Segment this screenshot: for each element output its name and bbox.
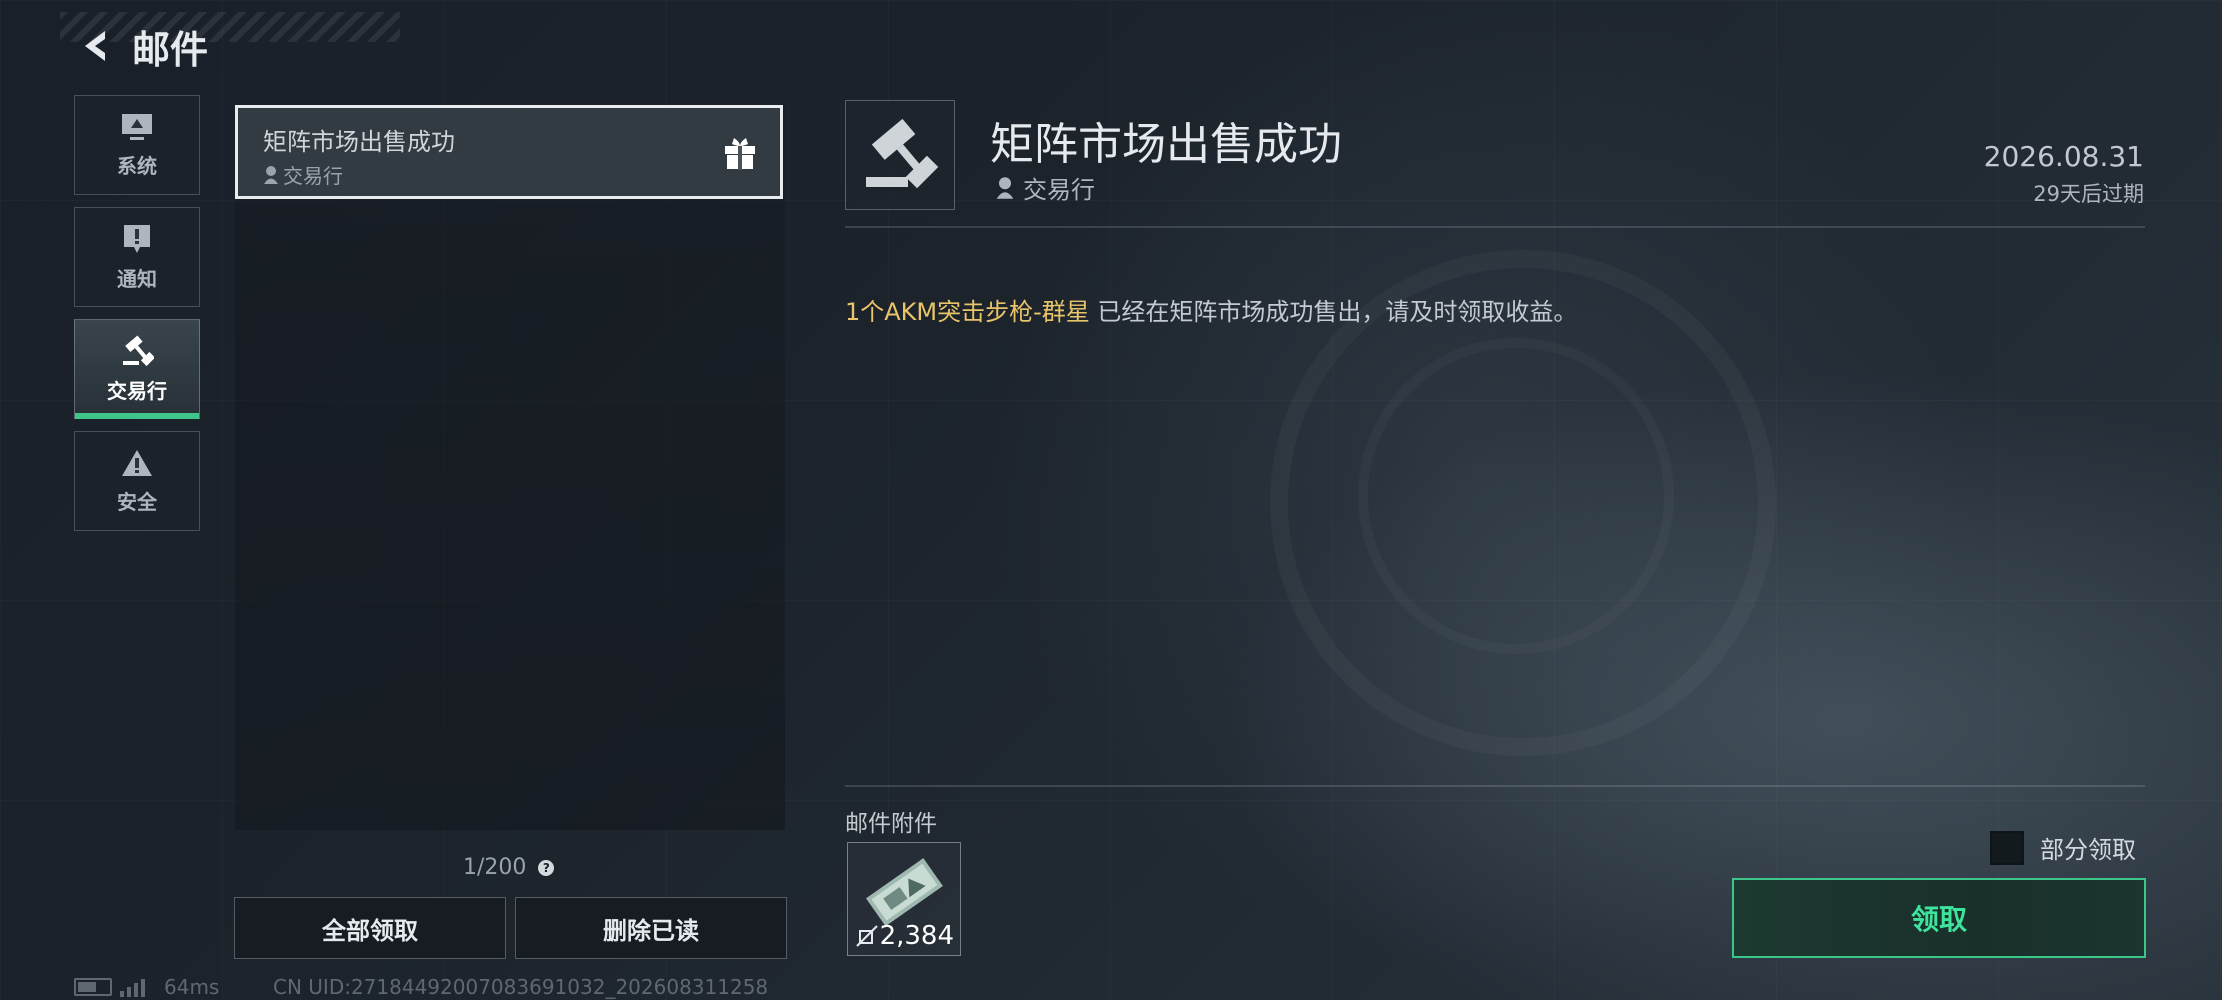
untradeable-tag-icon bbox=[856, 925, 878, 947]
category-nav: 系统 通知 交易行 安全 bbox=[74, 95, 202, 543]
user-uid: CN UID:2718449200708369103​2_20260831125… bbox=[273, 975, 769, 999]
mail-body-text: 已经在矩阵市场成功售出，请及时领取收益。 bbox=[1089, 298, 1578, 326]
signal-icon bbox=[120, 977, 148, 997]
partial-claim-toggle[interactable]: 部分领取 bbox=[1990, 830, 2136, 865]
gavel-icon bbox=[866, 118, 939, 189]
mail-title: 矩阵市场出售成功 bbox=[990, 119, 1342, 170]
warning-icon bbox=[122, 449, 152, 476]
nav-label: 安全 bbox=[117, 489, 157, 514]
nav-item-notice[interactable]: 通知 bbox=[74, 207, 200, 307]
help-icon[interactable]: ? bbox=[538, 859, 555, 876]
header: 邮件 bbox=[74, 18, 208, 74]
mail-body-item: 1个AKM突击步枪-群星 bbox=[845, 298, 1090, 326]
mail-count: 1/200 ? bbox=[463, 855, 555, 880]
person-icon bbox=[996, 176, 1014, 199]
status-bar: 64ms bbox=[74, 975, 219, 999]
monitor-icon bbox=[122, 113, 152, 140]
mail-subject: 矩阵市场出售成功 bbox=[263, 128, 455, 156]
mail-body: 1个AKM突击步枪-群星 已经在矩阵市场成功售出，请及时领取收益。 bbox=[845, 292, 1577, 327]
delete-read-button[interactable]: 删除已读 bbox=[515, 897, 787, 959]
partial-claim-checkbox[interactable] bbox=[1990, 830, 2024, 865]
ping-value: 64ms bbox=[164, 975, 220, 999]
mail-list-item[interactable]: 矩阵市场出售成功 交易行 bbox=[235, 105, 783, 199]
nav-item-security[interactable]: 安全 bbox=[74, 431, 200, 531]
mail-sender-label: 交易行 bbox=[283, 164, 343, 188]
mail-type-icon-box bbox=[845, 100, 955, 210]
page-title: 邮件 bbox=[132, 27, 209, 72]
nav-item-system[interactable]: 系统 bbox=[74, 95, 200, 195]
mail-detail-sender: 交易行 bbox=[995, 170, 1095, 205]
back-arrow-icon[interactable] bbox=[74, 24, 118, 68]
attachment-count: 2,384 bbox=[879, 921, 954, 951]
gift-icon bbox=[725, 138, 755, 170]
mail-detail-sender-label: 交易行 bbox=[1023, 176, 1095, 204]
detail-divider bbox=[845, 226, 2145, 228]
mail-sender: 交易行 bbox=[263, 160, 343, 189]
claim-button[interactable]: 领取 bbox=[1732, 878, 2146, 958]
attachment-divider bbox=[845, 785, 2145, 787]
person-icon bbox=[264, 165, 278, 184]
gavel-icon bbox=[123, 335, 154, 366]
claim-all-button[interactable]: 全部领取 bbox=[234, 897, 506, 959]
battery-icon bbox=[74, 978, 112, 996]
attachment-label: 邮件附件 bbox=[845, 811, 937, 837]
mail-expire: 29天后过期 bbox=[2033, 182, 2144, 206]
nav-item-auction[interactable]: 交易行 bbox=[74, 319, 200, 419]
mail-count-value: 1/200 bbox=[463, 855, 527, 880]
attachment-item[interactable]: 2,384 bbox=[847, 842, 961, 956]
nav-label: 系统 bbox=[117, 153, 157, 178]
nav-label: 交易行 bbox=[107, 378, 167, 403]
mail-date: 2026.08.31 bbox=[1983, 140, 2144, 173]
nav-label: 通知 bbox=[117, 266, 157, 291]
mail-list: 矩阵市场出售成功 交易行 bbox=[235, 105, 785, 830]
partial-claim-label: 部分领取 bbox=[2040, 836, 2136, 864]
alert-bubble-icon bbox=[124, 224, 150, 253]
